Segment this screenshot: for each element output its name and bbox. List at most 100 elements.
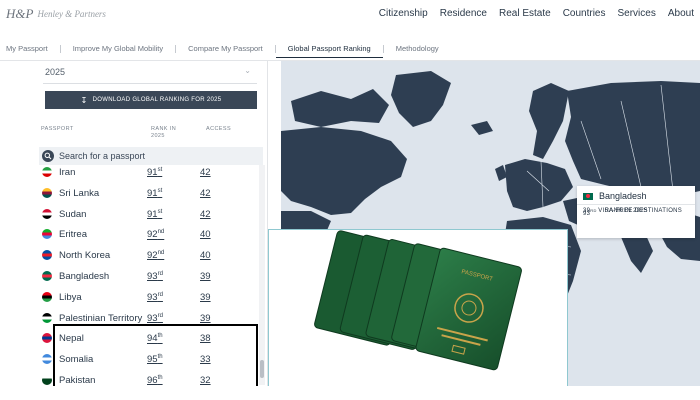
chevron-down-icon: ⌄ (244, 66, 251, 75)
country-access[interactable]: 40 (200, 229, 211, 240)
highlight-box (53, 324, 258, 386)
country-flag-icon (42, 354, 52, 365)
country-flag-icon (42, 333, 52, 344)
year-select[interactable]: 2025 ⌄ (43, 61, 257, 84)
rank-suffix: rd (157, 291, 163, 298)
rank-suffix: rd (157, 312, 163, 319)
bangladesh-flag-icon (583, 192, 593, 200)
country-access[interactable]: 42 (200, 209, 211, 220)
column-rank: RANK IN 2025 (151, 126, 176, 140)
country-name: Sudan (59, 208, 87, 220)
country-access[interactable]: 42 (200, 167, 211, 178)
rank-suffix: st (157, 208, 163, 215)
nav-residence[interactable]: Residence (440, 8, 487, 19)
rank-suffix: rd (157, 271, 163, 277)
country-flag-icon (42, 187, 52, 198)
map-card-access-value: 39 (583, 208, 591, 214)
ranking-row[interactable]: Sri Lanka 91st 42 (35, 184, 259, 204)
country-rank[interactable]: 91st (147, 209, 162, 220)
sub-navbar: My Passport Improve My Global Mobility C… (0, 38, 700, 61)
country-name: Iran (59, 167, 76, 178)
top-navbar: H&P Henley & Partners Citizenship Reside… (0, 0, 700, 30)
rank-value: 91 (147, 167, 158, 179)
search-icon (42, 150, 54, 162)
country-access[interactable]: 39 (200, 313, 211, 324)
subnav-improve-mobility[interactable]: Improve My Global Mobility (61, 44, 175, 53)
list-scrollbar[interactable] (259, 165, 265, 385)
subnav-my-passport[interactable]: My Passport (6, 44, 60, 53)
rank-suffix: nd (157, 250, 165, 257)
column-passport: PASSPORT (41, 126, 74, 132)
country-access[interactable]: 39 (200, 271, 211, 282)
country-access[interactable]: 40 (200, 250, 211, 261)
country-rank[interactable]: 93rd (147, 313, 163, 324)
passport-photo: PASSPORT (268, 229, 568, 389)
main-nav: Citizenship Residence Real Estate Countr… (379, 8, 694, 19)
ranking-row[interactable]: Bangladesh 93rd 39 (35, 267, 259, 287)
rank-value: 93 (147, 271, 158, 283)
subnav-compare-passport[interactable]: Compare My Passport (176, 44, 275, 53)
green-passports-image: PASSPORT (314, 230, 522, 371)
scrollbar-thumb[interactable] (260, 360, 264, 378)
country-rank[interactable]: 92nd (147, 229, 164, 240)
country-flag-icon (42, 291, 52, 302)
column-rank-line2: 2025 (151, 133, 165, 139)
column-rank-line1: RANK IN (151, 126, 177, 132)
rank-suffix: st (157, 167, 163, 173)
rank-value: 92 (147, 250, 158, 262)
map-card-access-row: 39 VISA-FREE DESTINATIONS (577, 205, 700, 228)
ranking-row[interactable]: Eritrea 92nd 40 (35, 225, 259, 245)
column-access: ACCESS (206, 126, 232, 132)
page-bottom-strip (0, 386, 700, 400)
country-name: Bangladesh (59, 271, 110, 282)
rank-suffix: nd (157, 229, 165, 236)
search-placeholder: Search for a passport (59, 151, 146, 161)
country-name: Eritrea (59, 229, 87, 241)
country-flag-icon (42, 271, 52, 281)
country-name: Palestinian Territory (59, 312, 143, 324)
download-label: DOWNLOAD GLOBAL RANKING FOR 2025 (92, 97, 222, 103)
logo-text: Henley & Partners (37, 9, 106, 19)
country-rank[interactable]: 91st (147, 167, 162, 178)
ranking-row[interactable]: Iran 91st 42 (35, 163, 259, 183)
country-flag-icon (42, 312, 52, 323)
ranking-row[interactable]: North Korea 92nd 40 (35, 246, 259, 266)
country-flag-icon (42, 229, 52, 240)
subnav-methodology[interactable]: Methodology (384, 44, 451, 53)
nav-services[interactable]: Services (618, 8, 656, 19)
nav-about[interactable]: About (668, 8, 694, 19)
brand-logo[interactable]: H&P Henley & Partners (6, 6, 106, 22)
country-access[interactable]: 42 (200, 188, 211, 199)
rank-value: 92 (147, 229, 158, 241)
map-card-access-label: VISA-FREE DESTINATIONS (598, 208, 683, 214)
ranking-row[interactable]: Libya 93rd 39 (35, 288, 259, 308)
country-rank[interactable]: 93rd (147, 271, 163, 282)
nav-countries[interactable]: Countries (563, 8, 606, 19)
country-rank[interactable]: 93rd (147, 292, 163, 303)
map-card-country: Bangladesh (599, 191, 647, 201)
country-flag-icon (42, 250, 52, 261)
country-flag-icon (42, 375, 52, 385)
download-icon: ↧ (80, 95, 88, 105)
country-rank[interactable]: 91st (147, 188, 162, 199)
rank-suffix: st (157, 187, 163, 194)
download-ranking-button[interactable]: ↧ DOWNLOAD GLOBAL RANKING FOR 2025 (45, 91, 257, 109)
nav-citizenship[interactable]: Citizenship (379, 8, 428, 19)
country-access[interactable]: 39 (200, 292, 211, 303)
rank-value: 91 (147, 187, 158, 199)
country-flag-icon (42, 167, 52, 177)
country-name: Sri Lanka (59, 187, 100, 199)
rank-value: 93 (147, 291, 158, 303)
country-rank[interactable]: 92nd (147, 250, 164, 261)
ranking-panel: 2025 ⌄ ↧ DOWNLOAD GLOBAL RANKING FOR 202… (35, 61, 268, 386)
logo-mark: H&P (6, 6, 34, 21)
country-flag-icon (42, 208, 52, 219)
subnav-global-ranking[interactable]: Global Passport Ranking (275, 44, 383, 58)
map-country-card: Bangladesh 93RD RANK IN 2025 39 VISA-FRE… (577, 186, 695, 238)
ranking-row[interactable]: Sudan 91st 42 (35, 205, 259, 225)
country-name: North Korea (59, 250, 111, 262)
rank-value: 93 (147, 312, 158, 324)
nav-real-estate[interactable]: Real Estate (499, 8, 551, 19)
country-name: Libya (59, 291, 82, 303)
rank-value: 91 (147, 208, 158, 220)
